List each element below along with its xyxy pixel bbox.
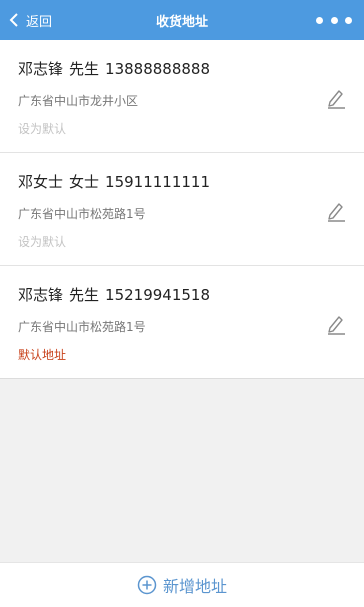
chevron-left-icon bbox=[6, 12, 22, 28]
contact-phone: 15911111111 bbox=[105, 173, 211, 191]
contact-phone: 15219941518 bbox=[105, 286, 211, 304]
plus-circle-icon bbox=[137, 575, 157, 595]
address-text: 广东省中山市松苑路1号 bbox=[18, 320, 146, 334]
contact-name: 邓志锋 bbox=[18, 286, 64, 304]
address-text: 广东省中山市龙井小区 bbox=[18, 94, 139, 108]
page-title: 收货地址 bbox=[155, 14, 208, 30]
contact-line: 邓女士 女士 15911111111 bbox=[18, 171, 216, 192]
add-address-button[interactable]: 新增地址 bbox=[0, 562, 364, 607]
address-list: 邓志锋 先生 13888888888 广东省中山市龙井小区 设为默认 邓女士 女士 15… bbox=[0, 40, 364, 379]
edit-icon[interactable] bbox=[324, 86, 348, 110]
more-dot bbox=[345, 16, 352, 24]
address-item[interactable]: 邓志锋 先生 15219941518 广东省中山市松苑路1号 默认地址 bbox=[0, 266, 364, 378]
contact-title: 先生 bbox=[69, 60, 100, 78]
contact-title: 女士 bbox=[69, 173, 100, 191]
edit-icon[interactable] bbox=[324, 312, 348, 336]
contact-name: 邓志锋 bbox=[18, 60, 64, 78]
set-default-button[interactable]: 设为默认 bbox=[18, 120, 66, 137]
add-address-label: 新增地址 bbox=[162, 577, 227, 596]
more-dot bbox=[316, 16, 323, 24]
contact-title: 先生 bbox=[69, 286, 100, 304]
contact-line: 邓志锋 先生 13888888888 bbox=[18, 58, 216, 79]
edit-icon[interactable] bbox=[324, 199, 348, 223]
address-item[interactable]: 邓女士 女士 15911111111 广东省中山市松苑路1号 设为默认 bbox=[0, 153, 364, 266]
default-address-badge: 默认地址 bbox=[18, 348, 67, 362]
back-label: 返回 bbox=[26, 14, 53, 30]
more-dot bbox=[330, 16, 338, 24]
contact-line: 邓志锋 先生 15219941518 bbox=[18, 284, 216, 305]
contact-name: 邓女士 bbox=[18, 173, 64, 191]
top-nav-bar: 返回 收货地址 bbox=[0, 0, 364, 40]
address-item[interactable]: 邓志锋 先生 13888888888 广东省中山市龙井小区 设为默认 bbox=[0, 40, 364, 153]
more-menu-icon[interactable] bbox=[316, 12, 352, 28]
contact-phone: 13888888888 bbox=[105, 60, 211, 78]
set-default-button[interactable]: 设为默认 bbox=[18, 233, 66, 250]
address-text: 广东省中山市松苑路1号 bbox=[18, 207, 146, 221]
back-button[interactable]: 返回 bbox=[6, 0, 52, 40]
